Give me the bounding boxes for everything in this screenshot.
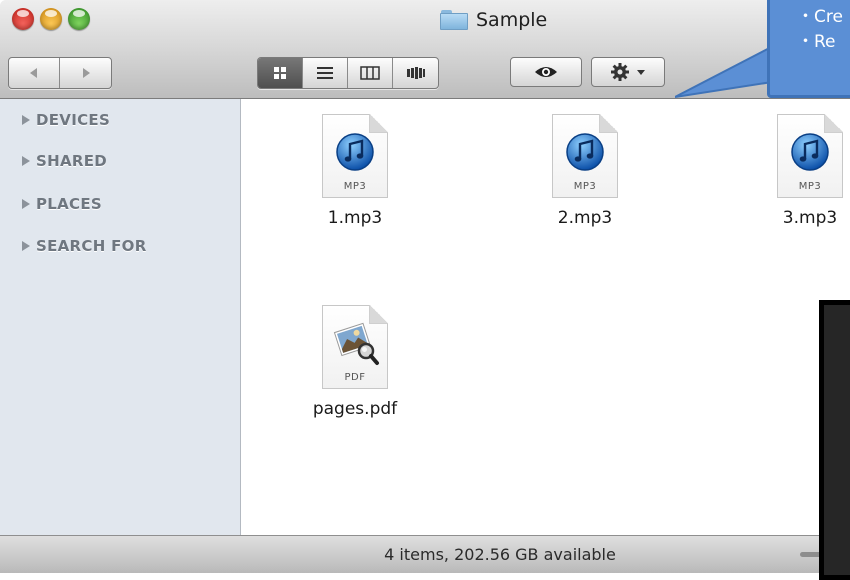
window-title-text: Sample: [476, 9, 548, 31]
eye-icon: [535, 67, 557, 77]
cover-flow-icon: [406, 67, 425, 79]
folder-icon: [440, 10, 468, 30]
callout-text-line: ・Re: [797, 32, 836, 52]
file-kind-label: PDF: [344, 372, 366, 383]
file-kind-label: MP3: [798, 181, 822, 192]
close-button[interactable]: [12, 8, 34, 30]
itunes-note-icon: [566, 133, 604, 171]
column-view-button[interactable]: [348, 58, 393, 88]
column-view-icon: [360, 66, 380, 80]
sidebar-item-places[interactable]: PLACES: [22, 193, 102, 215]
status-text: 4 items, 202.56 GB available: [384, 545, 616, 564]
quick-look-button[interactable]: [510, 57, 582, 87]
overlay-dark-panel: [819, 300, 850, 580]
file-item-2-mp3[interactable]: MP3 2.mp3: [525, 114, 645, 228]
zoom-button[interactable]: [68, 8, 90, 30]
file-kind-label: MP3: [343, 181, 367, 192]
sidebar: DEVICES SHARED PLACES SEARCH FOR: [0, 99, 241, 535]
action-menu-button[interactable]: [591, 57, 665, 87]
minimize-button[interactable]: [40, 8, 62, 30]
disclosure-triangle-icon: [22, 199, 30, 209]
disclosure-triangle-icon: [22, 241, 30, 251]
sidebar-item-label: SHARED: [36, 152, 108, 170]
gear-icon: [611, 63, 629, 81]
file-item-3-mp3[interactable]: MP3 3.mp3: [750, 114, 850, 228]
file-kind-label: MP3: [573, 181, 597, 192]
file-name[interactable]: 2.mp3: [525, 208, 645, 228]
forward-button[interactable]: [60, 58, 111, 88]
file-name[interactable]: pages.pdf: [295, 399, 415, 419]
icon-view-icon: [274, 67, 286, 79]
preview-pdf-icon: [333, 322, 379, 365]
window-title: Sample: [440, 8, 547, 32]
sidebar-item-search-for[interactable]: SEARCH FOR: [22, 235, 147, 257]
list-view-button[interactable]: [303, 58, 348, 88]
list-view-icon: [317, 67, 333, 79]
document-icon: PDF: [322, 305, 388, 389]
file-item-1-mp3[interactable]: MP3 1.mp3: [295, 114, 415, 228]
file-name[interactable]: 1.mp3: [295, 208, 415, 228]
file-item-pages-pdf[interactable]: PDF pages.pdf: [295, 305, 415, 419]
back-button[interactable]: [9, 58, 60, 88]
status-bar: 4 items, 202.56 GB available: [0, 535, 850, 573]
forward-arrow-icon: [82, 68, 90, 78]
sidebar-item-label: PLACES: [36, 195, 103, 213]
back-forward-control: [8, 57, 112, 89]
sidebar-item-devices[interactable]: DEVICES: [22, 109, 110, 131]
file-icon-grid: MP3 1.mp3 MP3 2.mp3 MP3 3.mp3 PDF pages.…: [241, 99, 850, 535]
callout-text-line: ・Cre: [797, 7, 843, 27]
disclosure-triangle-icon: [22, 156, 30, 166]
chevron-down-icon: [637, 70, 645, 75]
sidebar-item-label: SEARCH FOR: [36, 237, 147, 255]
disclosure-triangle-icon: [22, 115, 30, 125]
back-arrow-icon: [30, 68, 37, 78]
itunes-note-icon: [336, 133, 374, 171]
sidebar-item-shared[interactable]: SHARED: [22, 150, 107, 172]
view-mode-control: [257, 57, 439, 89]
file-name[interactable]: 3.mp3: [750, 208, 850, 228]
document-icon: MP3: [777, 114, 843, 198]
icon-view-button[interactable]: [258, 58, 303, 88]
sidebar-item-label: DEVICES: [36, 111, 111, 129]
document-icon: MP3: [322, 114, 388, 198]
cover-flow-button[interactable]: [393, 58, 438, 88]
itunes-note-icon: [791, 133, 829, 171]
document-icon: MP3: [552, 114, 618, 198]
